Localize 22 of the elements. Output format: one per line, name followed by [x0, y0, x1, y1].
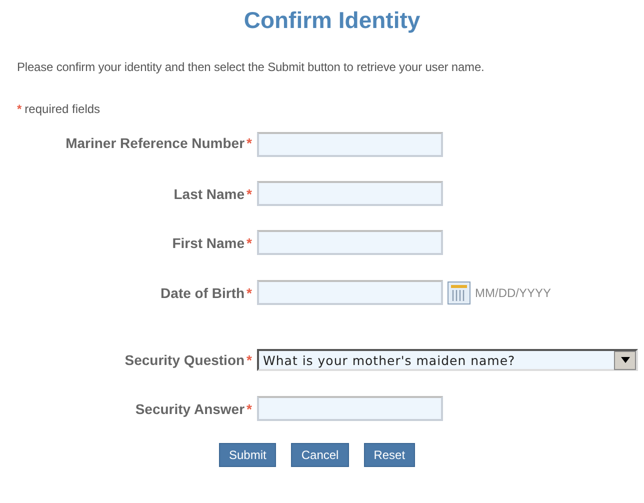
text-field[interactable] — [257, 396, 443, 421]
intro-text: Please confirm your identity and then select the Submit button to retrieve your user name. — [16, 59, 486, 74]
date-field[interactable] — [257, 280, 443, 305]
required-mark: * — [17, 102, 22, 116]
date-format-hint: MM/DD/YYYY — [475, 286, 552, 300]
field-label: First Name* — [172, 235, 252, 251]
page-title: Confirm Identity — [242, 6, 422, 34]
text-field[interactable] — [257, 132, 443, 157]
field-label: Last Name* — [174, 186, 252, 202]
text-field[interactable] — [257, 181, 443, 206]
required-legend: required fields — [24, 102, 100, 116]
form-button[interactable]: Cancel — [291, 443, 349, 467]
form-button[interactable]: Submit — [219, 443, 276, 467]
text-field[interactable] — [257, 230, 443, 255]
calendar-icon[interactable] — [447, 280, 471, 304]
field-label: Security Answer* — [135, 401, 252, 417]
form-button[interactable]: Reset — [364, 443, 416, 467]
field-label: Mariner Reference Number* — [66, 135, 252, 151]
field-label: Security Question* — [124, 352, 252, 368]
caret-icon — [620, 357, 630, 363]
field-label: Date of Birth* — [160, 285, 252, 301]
dropdown[interactable]: What is your mother's maiden name? — [257, 349, 638, 371]
